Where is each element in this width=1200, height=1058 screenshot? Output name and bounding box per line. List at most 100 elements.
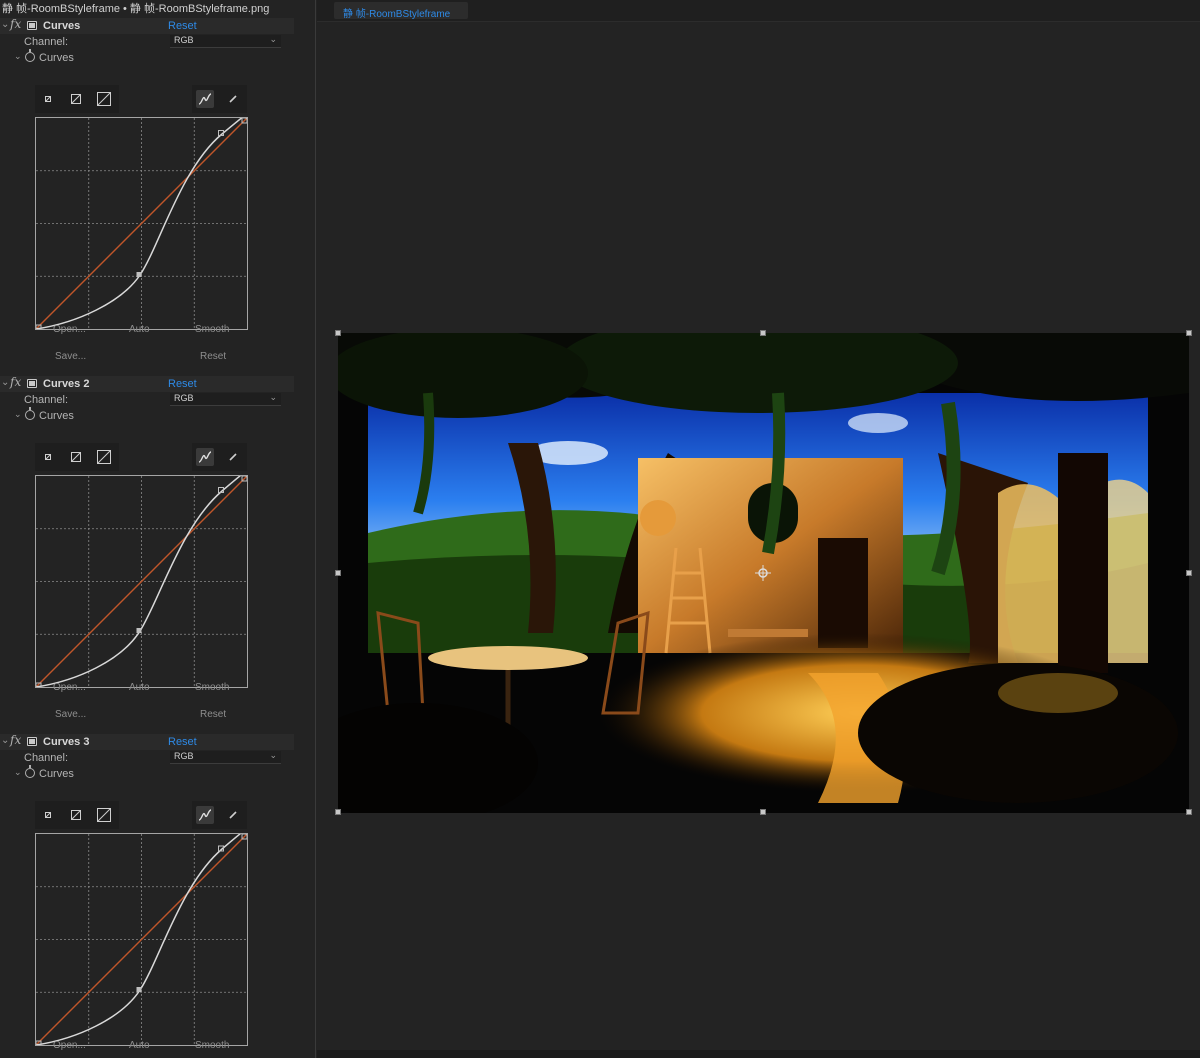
viewer-bottom-toolbar [317,1050,1200,1058]
panel-header-title: 静 帧-RoomBStyleframe • 静 帧-RoomBStylefram… [2,3,270,15]
curve-point[interactable] [136,628,142,633]
channel-label: Channel: [24,36,69,48]
open-button[interactable]: Open... [53,682,86,693]
pencil-icon[interactable] [224,90,242,108]
anchor-point-icon[interactable] [755,565,771,581]
baseline-curve [36,476,247,687]
effect-name: Curves 3 [43,736,90,748]
transform-handle[interactable] [1186,330,1192,336]
fx-icon[interactable]: fx [10,375,21,389]
graph-size-toolbar [35,801,119,829]
fx-icon[interactable]: fx [10,733,21,747]
composition-viewer: 静 帧-RoomBStyleframe [317,0,1200,1058]
pencil-icon[interactable] [224,448,242,466]
preset-icon [27,379,37,388]
transform-handle[interactable] [1186,570,1192,576]
channel-value: RGB [174,35,194,45]
effect-reset-link[interactable]: Reset [168,736,197,748]
save-button[interactable]: Save... [55,351,86,362]
collapse-arrow-icon[interactable]: ⌄ [14,409,22,420]
effect-reset-link[interactable]: Reset [168,378,197,390]
reset-curve-button[interactable]: Reset [200,709,226,720]
effect-title-row[interactable]: ⌄ fx Curves 2 Reset [0,375,294,392]
property-name: Curves [39,768,74,780]
graph-medium-icon[interactable] [67,806,85,824]
channel-label: Channel: [24,394,69,406]
chevron-down-icon: ⌄ [269,392,277,402]
graph-medium-icon[interactable] [67,90,85,108]
curves-property-row: ⌄ Curves [0,49,294,66]
graph-small-icon[interactable] [39,806,57,824]
auto-button[interactable]: Auto [129,1040,150,1051]
transform-handle[interactable] [760,330,766,336]
curve-tool-icon[interactable] [196,90,214,108]
baseline-curve [36,834,247,1045]
graph-small-icon[interactable] [39,90,57,108]
save-button[interactable]: Save... [55,709,86,720]
curves-graph[interactable] [35,117,248,330]
curves-property-row: ⌄ Curves [0,407,294,424]
graph-small-icon[interactable] [39,448,57,466]
curve-tools-toolbar [192,443,247,471]
transform-handle[interactable] [760,809,766,815]
curve-point[interactable] [136,987,142,992]
smooth-button[interactable]: Smooth [195,324,229,335]
channel-dropdown[interactable]: RGB ⌄ [170,750,281,764]
preset-icon [27,21,37,30]
effect-controls-panel: 静 帧-RoomBStyleframe • 静 帧-RoomBStylefram… [0,0,316,1058]
effect-name: Curves 2 [43,378,90,390]
curve-point[interactable] [136,272,142,277]
stopwatch-icon[interactable] [25,407,35,420]
curves-property-row: ⌄ Curves [0,765,294,782]
effect-curves-1: ⌄ fx Curves Reset Channel: RGB ⌄ ⌄ Curve… [0,17,315,376]
effect-title-row[interactable]: ⌄ fx Curves Reset [0,17,294,34]
curve-tool-icon[interactable] [196,806,214,824]
curve-tool-icon[interactable] [196,448,214,466]
channel-value: RGB [174,751,194,761]
transform-handle[interactable] [335,809,341,815]
preset-icon [27,737,37,746]
auto-button[interactable]: Auto [129,324,150,335]
curves-graph[interactable] [35,475,248,688]
collapse-arrow-icon[interactable]: ⌄ [14,767,22,778]
curves-graph[interactable] [35,833,248,1046]
graph-large-icon[interactable] [95,448,113,466]
channel-dropdown[interactable]: RGB ⌄ [170,34,281,48]
smooth-button[interactable]: Smooth [195,1040,229,1051]
effect-curves-2: ⌄ fx Curves 2 Reset Channel: RGB ⌄ ⌄ Cur… [0,375,315,734]
collapse-arrow-icon[interactable]: ⌄ [1,735,9,746]
graph-medium-icon[interactable] [67,448,85,466]
effect-name: Curves [43,20,81,32]
collapse-arrow-icon[interactable]: ⌄ [1,377,9,388]
baseline-curve [36,118,247,329]
transform-handle[interactable] [1186,809,1192,815]
open-button[interactable]: Open... [53,324,86,335]
graph-size-toolbar [35,85,119,113]
open-button[interactable]: Open... [53,1040,86,1051]
transform-handle[interactable] [335,570,341,576]
stopwatch-icon[interactable] [25,765,35,778]
stopwatch-icon[interactable] [25,49,35,62]
graph-large-icon[interactable] [95,90,113,108]
effect-title-row[interactable]: ⌄ fx Curves 3 Reset [0,733,294,750]
chevron-down-icon: ⌄ [269,750,277,760]
composition-tab[interactable]: 静 帧-RoomBStyleframe [334,2,468,20]
property-name: Curves [39,52,74,64]
channel-label: Channel: [24,752,69,764]
viewer-tab-bar: 静 帧-RoomBStyleframe [317,0,1200,22]
graph-size-toolbar [35,443,119,471]
curve-tools-toolbar [192,801,247,829]
auto-button[interactable]: Auto [129,682,150,693]
graph-large-icon[interactable] [95,806,113,824]
reset-curve-button[interactable]: Reset [200,351,226,362]
fx-icon[interactable]: fx [10,17,21,31]
effect-reset-link[interactable]: Reset [168,20,197,32]
curve-tools-toolbar [192,85,247,113]
composition-tab-label: 静 帧-RoomBStyleframe [343,9,451,20]
pencil-icon[interactable] [224,806,242,824]
smooth-button[interactable]: Smooth [195,682,229,693]
collapse-arrow-icon[interactable]: ⌄ [14,51,22,62]
channel-dropdown[interactable]: RGB ⌄ [170,392,281,406]
transform-handle[interactable] [335,330,341,336]
collapse-arrow-icon[interactable]: ⌄ [1,19,9,30]
